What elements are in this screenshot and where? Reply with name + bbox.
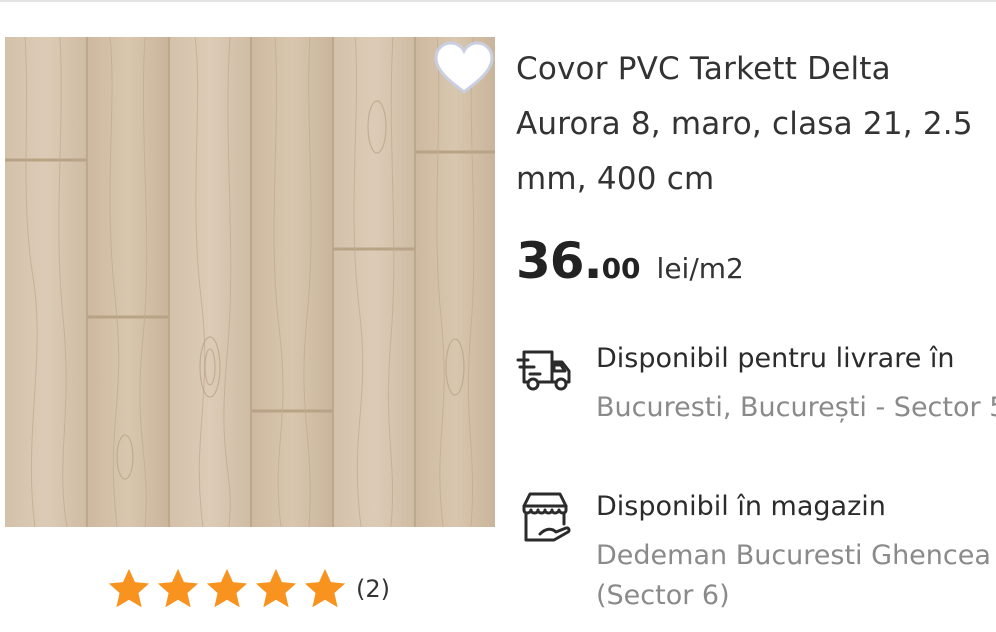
price-integer: 36. (516, 232, 603, 290)
rating-stars (106, 566, 348, 612)
star-icon (157, 568, 199, 608)
product-rating[interactable]: (2) (106, 566, 390, 612)
store-area: (Sector 6) (596, 580, 730, 611)
wood-floor-texture (5, 37, 495, 527)
delivery-heading: Disponibil pentru livrare în (596, 343, 955, 374)
review-count[interactable]: (2) (356, 575, 390, 603)
star-icon (255, 568, 297, 608)
store-name-link[interactable]: Dedeman Bucuresti Ghencea (Sector 6) (596, 536, 996, 616)
delivery-truck-icon (516, 350, 571, 391)
top-divider (0, 0, 996, 2)
wishlist-button[interactable] (432, 40, 496, 96)
delivery-location-link[interactable]: Bucuresti, București - Sector 5 (596, 388, 996, 428)
star-icon (206, 568, 248, 608)
product-title[interactable]: Covor PVC Tarkett Delta Aurora 8, maro, … (516, 42, 986, 207)
store-name[interactable]: Dedeman Bucuresti Ghencea (596, 536, 996, 576)
product-image[interactable] (5, 37, 495, 527)
price-decimals: 00 (601, 252, 641, 285)
heart-icon (434, 41, 494, 95)
store-pickup-icon (522, 492, 571, 542)
store-heading: Disponibil în magazin (596, 491, 886, 522)
star-icon (108, 568, 150, 608)
star-icon (304, 568, 346, 608)
price-unit: lei/m2 (656, 252, 744, 285)
product-price: 36. 00 lei/m2 (516, 232, 744, 290)
